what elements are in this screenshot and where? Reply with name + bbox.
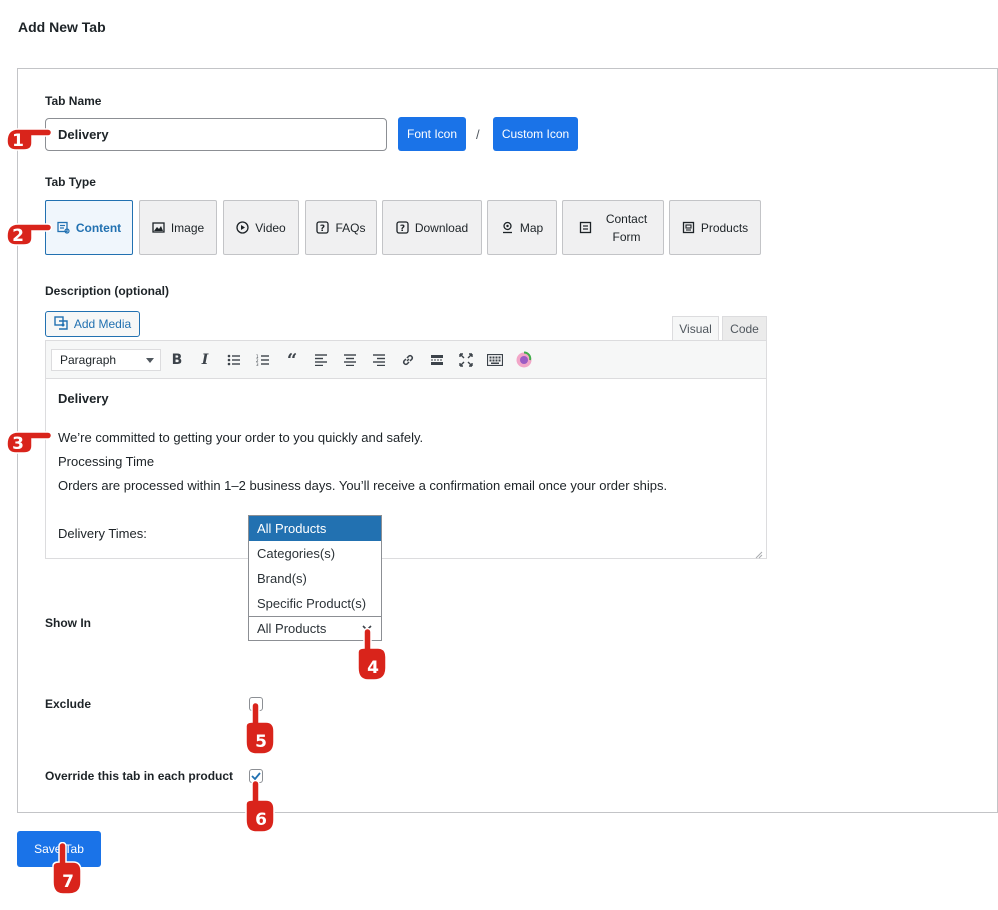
tab-type-label-image: Image <box>170 220 205 235</box>
tab-name-input[interactable] <box>45 118 387 151</box>
image-icon <box>152 221 165 234</box>
font-icon-button[interactable]: Font Icon <box>398 117 466 151</box>
custom-icon-button[interactable]: Custom Icon <box>493 117 578 151</box>
show-in-label: Show In <box>45 616 91 630</box>
content-line: We’re committed to getting your order to… <box>58 430 424 445</box>
step-number: 3 <box>12 434 24 454</box>
show-in-option[interactable]: Specific Product(s) <box>249 591 381 616</box>
svg-text:?: ? <box>320 224 325 234</box>
show-in-option[interactable]: Brand(s) <box>249 566 381 591</box>
exclude-label: Exclude <box>45 697 92 711</box>
italic-icon[interactable]: I <box>195 350 215 370</box>
add-media-button[interactable]: Add Media <box>45 311 140 337</box>
question-icon: ? <box>316 221 330 234</box>
override-label: Override this tab in each product <box>45 769 234 783</box>
tab-type-label-products: Products <box>700 220 749 235</box>
icon-separator: / <box>476 127 480 142</box>
tab-type-download[interactable]: ? Download <box>382 200 482 255</box>
step-marker-1: 1 <box>6 128 53 151</box>
format-select-value: Paragraph <box>60 353 117 367</box>
step-number: 4 <box>367 658 379 678</box>
description-editor: Paragraph B I 123 “ Delivery We’re commi… <box>45 340 767 559</box>
step-number: 2 <box>12 226 24 246</box>
plugin-logo-icon[interactable] <box>514 350 534 370</box>
content-line: Orders are processed within 1–2 business… <box>58 478 668 493</box>
add-media-label: Add Media <box>73 317 132 331</box>
map-pin-icon <box>501 221 514 234</box>
content-icon <box>57 221 70 234</box>
tab-type-label-video: Video <box>255 220 286 235</box>
page-title: Add New Tab <box>18 19 106 35</box>
link-icon[interactable] <box>398 350 418 370</box>
svg-text:?: ? <box>400 224 405 234</box>
form-icon <box>579 221 592 234</box>
play-icon <box>236 221 249 234</box>
tab-type-content[interactable]: Content <box>45 200 133 255</box>
tab-type-label-faqs: FAQs <box>335 220 366 235</box>
content-heading: Delivery <box>58 391 109 406</box>
contact-form-line2: Form <box>612 229 641 244</box>
tab-type-label-contact-form: Contact Form <box>606 210 647 246</box>
show-in-dropdown[interactable]: All Products Categories(s) Brand(s) Spec… <box>248 515 382 641</box>
tab-type-map[interactable]: Map <box>487 200 557 255</box>
tab-type-label-map: Map <box>519 220 544 235</box>
add-media-icon <box>54 315 68 333</box>
step-number: 7 <box>62 872 74 892</box>
description-label: Description (optional) <box>45 284 169 298</box>
step-number: 6 <box>255 810 267 830</box>
svg-text:3: 3 <box>256 362 259 366</box>
step-marker-5: 5 <box>245 702 275 755</box>
step-number: 1 <box>12 131 24 151</box>
read-more-icon[interactable] <box>427 350 447 370</box>
bold-icon[interactable]: B <box>167 350 187 370</box>
tab-name-label: Tab Name <box>45 94 102 108</box>
align-left-icon[interactable] <box>311 350 331 370</box>
content-line: Processing Time <box>58 454 155 469</box>
step-marker-2: 2 <box>6 223 53 246</box>
tab-type-contact-form[interactable]: Contact Form <box>562 200 664 255</box>
step-marker-4: 4 <box>357 628 387 681</box>
caret-down-icon <box>146 358 154 363</box>
step-number: 5 <box>255 732 267 752</box>
show-in-option[interactable]: Categories(s) <box>249 541 381 566</box>
contact-form-line1: Contact <box>605 211 648 226</box>
numbered-list-icon[interactable]: 123 <box>253 350 273 370</box>
step-marker-7: 7 <box>52 842 82 895</box>
align-right-icon[interactable] <box>369 350 389 370</box>
question-icon: ? <box>396 221 409 234</box>
tab-type-faqs[interactable]: ? FAQs <box>305 200 377 255</box>
align-center-icon[interactable] <box>340 350 360 370</box>
editor-tab-visual[interactable]: Visual <box>672 316 719 341</box>
content-line: Delivery Times: <box>58 526 147 541</box>
editor-toolbar: Paragraph B I 123 “ <box>46 341 766 379</box>
blockquote-icon[interactable]: “ <box>282 350 302 371</box>
tab-type-image[interactable]: Image <box>139 200 217 255</box>
tab-type-video[interactable]: Video <box>223 200 299 255</box>
editor-content[interactable]: Delivery We’re committed to getting your… <box>58 391 758 546</box>
resize-handle-icon[interactable] <box>755 547 763 559</box>
tab-type-label-content: Content <box>75 220 122 235</box>
show-in-selected-value: All Products <box>257 621 327 636</box>
tab-type-products[interactable]: Products <box>669 200 761 255</box>
editor-tab-code[interactable]: Code <box>722 316 767 341</box>
tab-type-label: Tab Type <box>45 175 96 189</box>
step-marker-3: 3 <box>6 431 53 454</box>
bullet-list-icon[interactable] <box>224 350 244 370</box>
tab-type-label-download: Download <box>414 220 469 235</box>
step-marker-6: 6 <box>245 780 275 833</box>
fullscreen-icon[interactable] <box>456 350 476 370</box>
format-select[interactable]: Paragraph <box>51 349 161 371</box>
show-in-option[interactable]: All Products <box>249 516 381 541</box>
keyboard-icon[interactable] <box>485 350 505 370</box>
products-icon <box>682 221 695 234</box>
